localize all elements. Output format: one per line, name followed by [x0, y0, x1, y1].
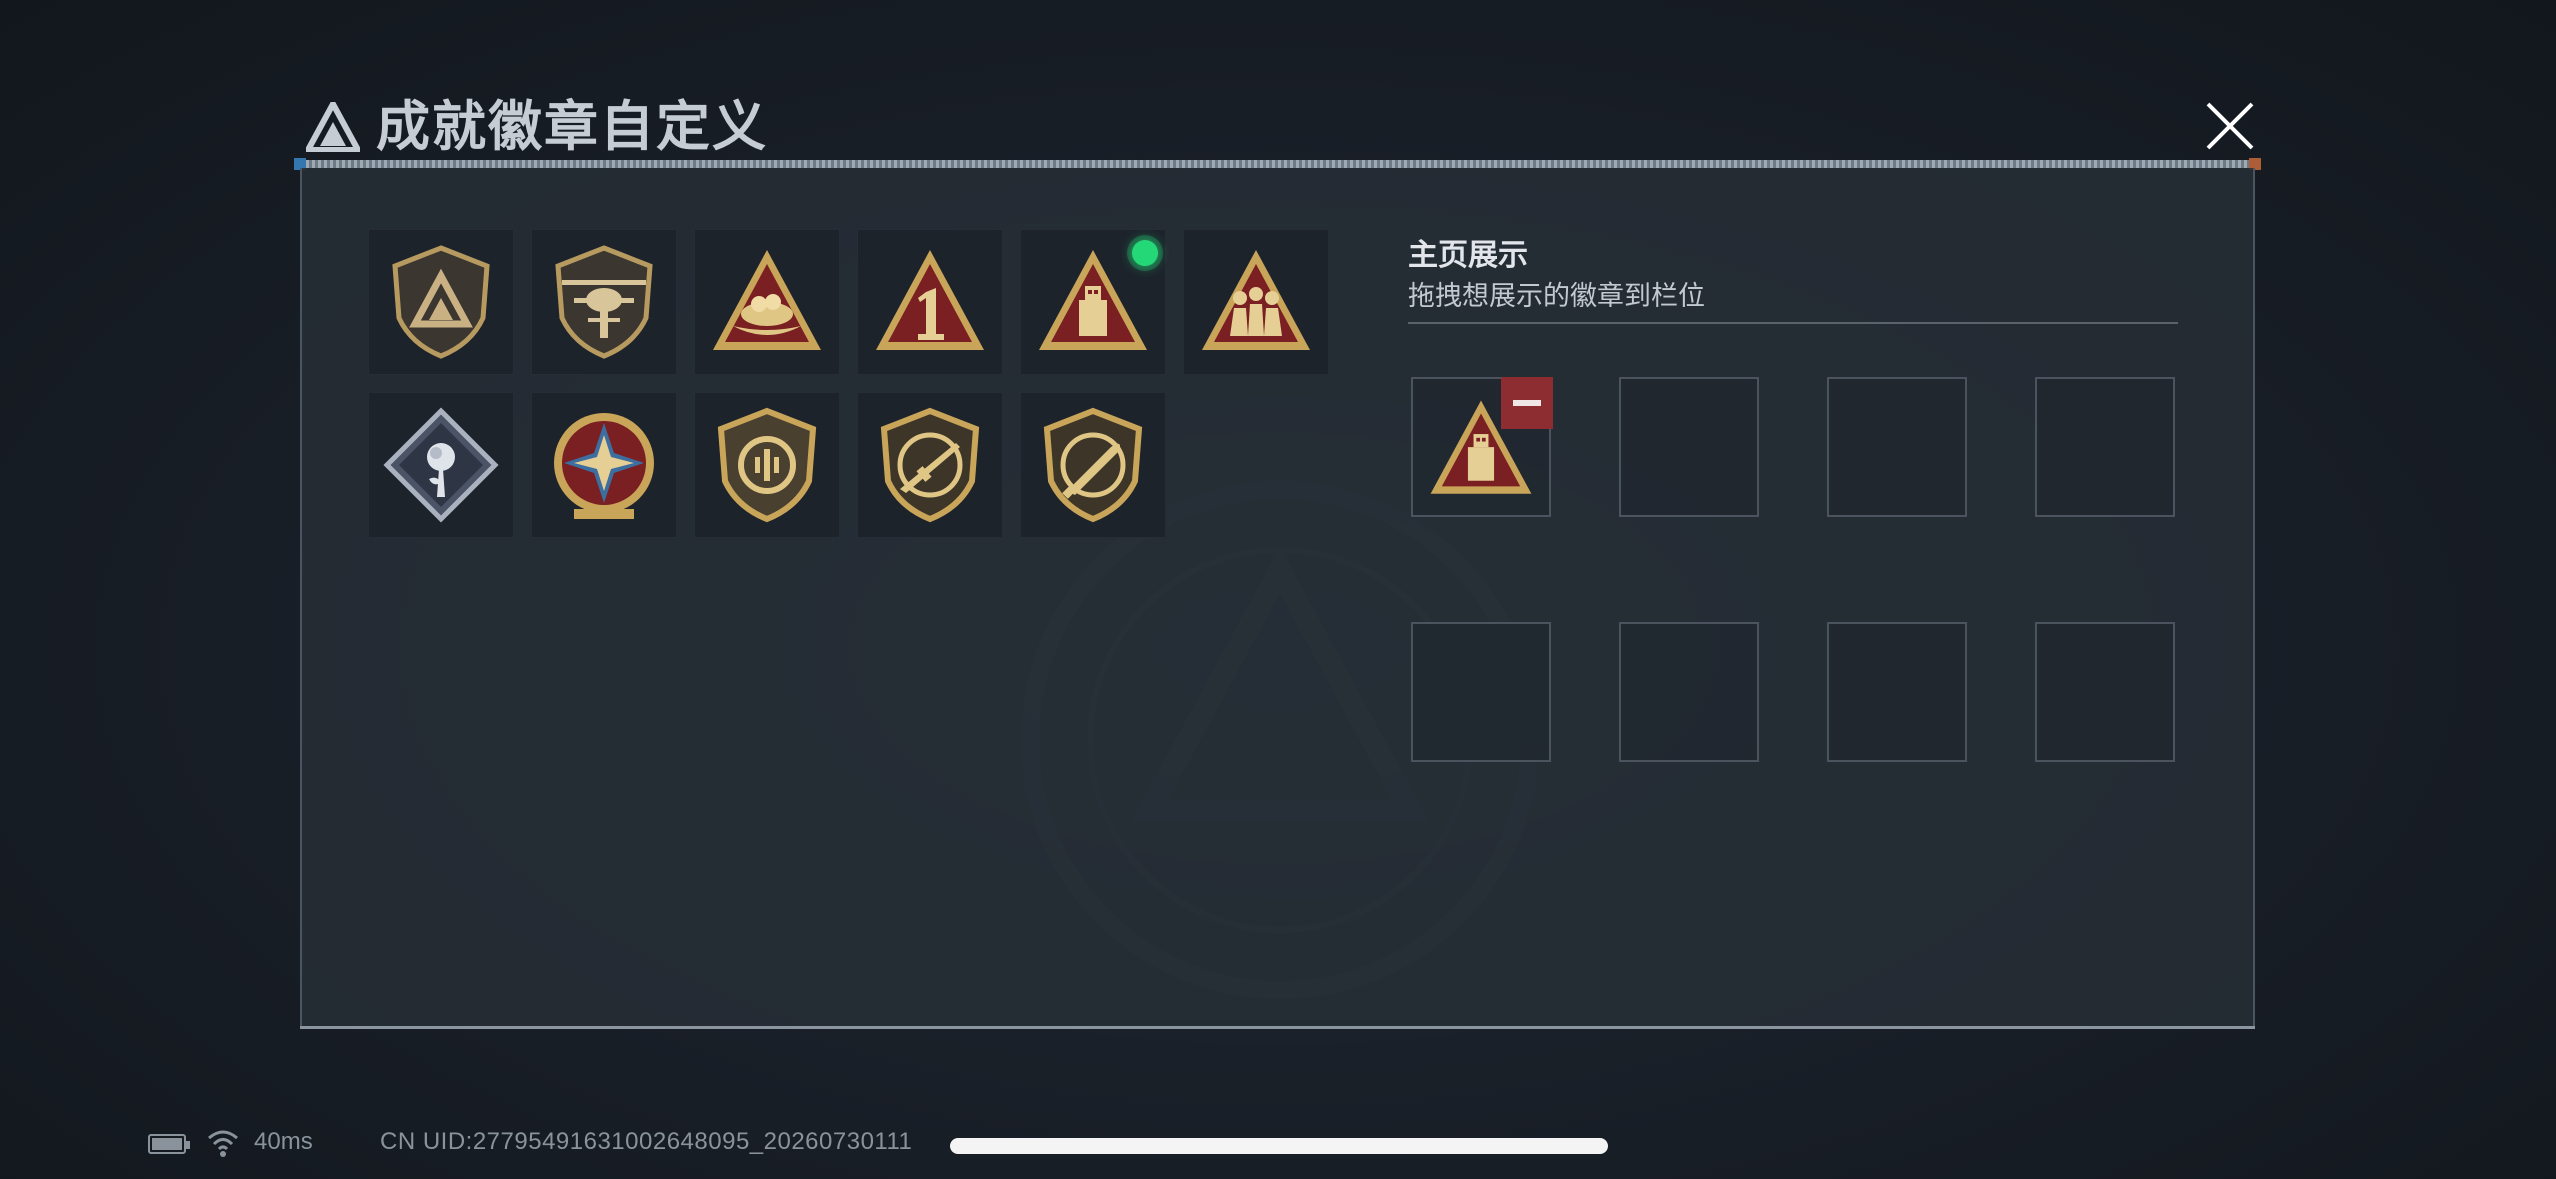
helicopter-badge-icon: [555, 245, 653, 359]
rose-diamond-badge-icon: [383, 407, 499, 523]
badge-tile-number-one[interactable]: [857, 229, 1003, 375]
panel-bottom-divider: [300, 1026, 2255, 1029]
star-medal-badge-icon: [554, 413, 654, 519]
page-title: 成就徽章自定义: [376, 97, 768, 157]
badge-tile-rose[interactable]: [368, 392, 514, 538]
modal-header: 成就徽章自定义: [300, 90, 2260, 160]
badge-tile-helicopter[interactable]: [531, 229, 677, 375]
user-uid: CN UID:27795491631002648095_20260730111: [380, 1128, 913, 1155]
header-divider: [294, 158, 2261, 170]
badge-tile-rifle[interactable]: [857, 392, 1003, 538]
display-slot-8[interactable]: [2035, 622, 2175, 762]
knife-shield-badge-icon: [1043, 407, 1143, 523]
badge-tile-nest[interactable]: [694, 229, 840, 375]
display-slot-2[interactable]: [1619, 377, 1759, 517]
wifi-icon: [208, 1130, 238, 1157]
display-slot-5[interactable]: [1411, 622, 1551, 762]
badge-tile-squad[interactable]: [1183, 229, 1329, 375]
rifle-shield-badge-icon: [880, 407, 980, 523]
display-slot-7[interactable]: [1827, 622, 1967, 762]
number-one-triangle-badge-icon: [876, 250, 984, 350]
close-button[interactable]: [2200, 96, 2260, 156]
display-slot-3[interactable]: [1827, 377, 1967, 517]
new-badge-indicator: [1132, 240, 1158, 266]
vault-shield-badge-icon: [717, 407, 817, 523]
badge-tile-knife[interactable]: [1020, 392, 1166, 538]
nest-triangle-badge-icon: [713, 250, 821, 350]
badge-tile-star-medal[interactable]: [531, 392, 677, 538]
display-slot-4[interactable]: [2035, 377, 2175, 517]
delta-logo-icon: [306, 102, 360, 152]
ping-readout: 40ms: [254, 1128, 313, 1155]
display-divider: [1408, 322, 2178, 324]
remove-badge-button[interactable]: [1501, 377, 1553, 429]
display-section-title: 主页展示: [1408, 239, 1528, 272]
badge-tile-shield-delta[interactable]: [368, 229, 514, 375]
shield-delta-badge-icon: [392, 245, 490, 359]
squad-triangle-badge-icon: [1202, 250, 1310, 350]
battery-icon: [148, 1134, 190, 1154]
badge-tile-vault[interactable]: [694, 392, 840, 538]
display-slot-6[interactable]: [1619, 622, 1759, 762]
display-slot-1[interactable]: [1411, 377, 1553, 517]
home-indicator[interactable]: [950, 1138, 1608, 1154]
display-section-hint: 拖拽想展示的徽章到栏位: [1408, 281, 1705, 311]
